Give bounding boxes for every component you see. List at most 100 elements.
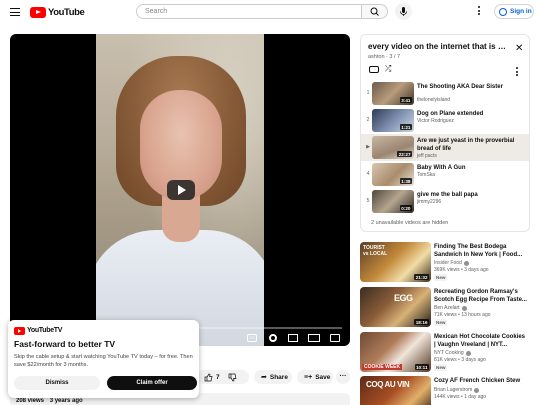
save-playlist-icon: ≡+: [304, 373, 313, 381]
save-label: Save: [315, 373, 331, 381]
search-button[interactable]: [362, 4, 388, 19]
sign-in-button[interactable]: Sign in: [494, 4, 534, 19]
youtube-logo[interactable]: YouTube: [30, 6, 85, 18]
recommendation-item[interactable]: EGG 18:16 Recreating Gordon Ramsay's Sco…: [360, 287, 530, 329]
youtube-play-icon: [30, 6, 46, 18]
recommendation-item[interactable]: COQ AU VIN Cozy AF French Chicken Stew B…: [360, 376, 530, 405]
youtube-tv-logo: YouTubeTV: [14, 326, 193, 335]
duration-badge: 3:41: [399, 97, 412, 103]
video-player[interactable]: CC: [10, 34, 350, 346]
fullscreen-icon[interactable]: [330, 334, 340, 342]
promo-title: Fast-forward to better TV: [14, 339, 116, 349]
captions-icon[interactable]: CC: [247, 334, 257, 342]
recommendation-title[interactable]: Finding The Best Bodega Sandwich In New …: [434, 243, 528, 259]
settings-kebab-icon[interactable]: [477, 6, 481, 18]
playlist-item-title[interactable]: Baby With A Gun: [417, 164, 527, 172]
now-playing-icon: ▶: [366, 144, 370, 150]
playlist-item-index: 2: [366, 117, 370, 123]
settings-gear-icon[interactable]: [269, 334, 277, 342]
voice-search-button[interactable]: [395, 3, 412, 20]
youtube-tv-promo: YouTubeTV Fast-forward to better TV Skip…: [8, 320, 199, 398]
playlist-item[interactable]: 5 0:20 give me the ball papa jimmy2296: [361, 188, 529, 215]
share-label: Share: [269, 373, 288, 381]
hidden-videos-note: 2 unavailable videos are hidden: [371, 220, 449, 226]
shuffle-icon[interactable]: ⤮: [385, 65, 391, 73]
playlist-item-title[interactable]: Dog on Plane extended: [417, 110, 527, 118]
playlist-item-channel: jimmy2296: [417, 199, 442, 205]
playlist-item[interactable]: 4 1:38 Baby With A Gun TomSka: [361, 161, 529, 188]
promo-body: Skip the cable setup & start watching Yo…: [14, 354, 193, 368]
playlist-item[interactable]: 2 1:21 Dog on Plane extended Victor Rodr…: [361, 107, 529, 134]
recommendation-channel[interactable]: Brian Lagerstrom: [434, 387, 480, 393]
playlist-item-title[interactable]: give me the ball papa: [417, 191, 527, 199]
close-icon[interactable]: ✕: [515, 44, 523, 54]
duration-badge: 22:27: [397, 151, 412, 157]
playlist-item-title[interactable]: Are we just yeast in the proverbial brea…: [417, 137, 527, 153]
loop-icon[interactable]: [369, 66, 379, 73]
playlist-item-current[interactable]: ▶ 22:27 Are we just yeast in the proverb…: [361, 134, 529, 161]
recommendation-title[interactable]: Recreating Gordon Ramsay's Scotch Egg Re…: [434, 288, 528, 304]
playlist-thumbnail[interactable]: 1:38: [372, 163, 414, 186]
playlist-thumbnail[interactable]: 3:41: [372, 82, 414, 105]
dismiss-button[interactable]: Dismiss: [14, 376, 100, 390]
playlist-item-channel: Victor Rodriguez: [417, 118, 454, 124]
recommendation-item[interactable]: TOURIST vs LOCAL 21:32 Finding The Best …: [360, 242, 530, 284]
playlist-title[interactable]: every video on the internet that is fu..…: [368, 42, 508, 51]
logo-text: YouTube: [48, 6, 85, 18]
playlist-thumbnail[interactable]: 0:20: [372, 190, 414, 213]
account-icon: [499, 7, 507, 16]
channel-name: NYT Cooking: [434, 350, 464, 356]
search-input[interactable]: Search: [136, 4, 362, 19]
miniplayer-icon[interactable]: [288, 334, 298, 342]
recommendation-thumbnail[interactable]: EGG 18:16: [360, 287, 431, 327]
playlist-thumbnail[interactable]: 22:27: [372, 136, 414, 159]
view-count: 144K views: [434, 394, 460, 400]
thumbnail-text: EGG: [394, 293, 413, 303]
recommendation-channel[interactable]: Insider Food: [434, 260, 469, 266]
thumbs-down-icon: [228, 373, 237, 381]
verified-icon: [463, 260, 469, 266]
channel-name: Brian Lagerstrom: [434, 387, 473, 393]
playlist-item-channel: thelonelyisland: [417, 97, 451, 103]
new-badge: New: [434, 364, 448, 371]
microphone-icon: [400, 7, 407, 16]
view-count: 208 views: [16, 398, 45, 404]
share-icon: ➦: [261, 374, 267, 381]
new-badge: New: [434, 319, 448, 326]
recommendation-title[interactable]: Mexican Hot Chocolate Cookies | Vaughn V…: [434, 333, 528, 349]
more-actions-button[interactable]: ···: [336, 370, 350, 384]
top-bar: YouTube Search Sign in: [0, 0, 540, 24]
recommendation-thumbnail[interactable]: TOURIST vs LOCAL 21:32: [360, 242, 431, 282]
share-button[interactable]: ➦ Share: [254, 370, 292, 384]
playlist-kebab-icon[interactable]: [516, 67, 518, 78]
playlist-item-title[interactable]: The Shooting AKA Dear Sister: [417, 83, 527, 91]
thumbnail-text: COQ AU VIN: [366, 380, 410, 389]
playlist-item-channel: jeff pacts: [417, 153, 437, 159]
menu-icon[interactable]: [10, 8, 20, 16]
recommendation-title[interactable]: Cozy AF French Chicken Stew: [434, 377, 528, 385]
thumbnail-text: COOKIE WEEK: [362, 364, 403, 370]
youtube-play-icon: [14, 326, 25, 335]
playlist-owner-position: ashton · 3 / 7: [368, 54, 401, 60]
recommendation-item[interactable]: COOKIE WEEK 10:11 Mexican Hot Chocolate …: [360, 332, 530, 374]
play-button[interactable]: [167, 180, 195, 200]
promo-logo-text: YouTubeTV: [27, 327, 63, 334]
playlist-thumbnail[interactable]: 1:21: [372, 109, 414, 132]
recommendation-channel[interactable]: Ben Azelart: [434, 305, 467, 311]
thumbs-up-icon: [204, 373, 213, 381]
playlist-item-channel: TomSka: [417, 172, 436, 178]
duration-badge: 1:38: [399, 178, 412, 184]
save-button[interactable]: ≡+ Save: [297, 370, 333, 384]
view-count: 369K views: [434, 267, 460, 273]
playlist-item-index: 5: [366, 198, 370, 204]
recommendation-thumbnail[interactable]: COQ AU VIN: [360, 376, 431, 405]
claim-offer-button[interactable]: Claim offer: [107, 376, 197, 390]
recommendation-thumbnail[interactable]: COOKIE WEEK 10:11: [360, 332, 431, 372]
upload-age: 3 days ago: [461, 357, 486, 363]
duration-badge: 21:32: [414, 274, 429, 280]
playlist-item[interactable]: 1 3:41 The Shooting AKA Dear Sister thel…: [361, 80, 529, 107]
recommendation-channel[interactable]: NYT Cooking: [434, 350, 471, 356]
playlist-header: every video on the internet that is fu..…: [361, 35, 529, 79]
theater-mode-icon[interactable]: [308, 334, 320, 342]
like-dislike-button[interactable]: 7: [197, 370, 249, 384]
